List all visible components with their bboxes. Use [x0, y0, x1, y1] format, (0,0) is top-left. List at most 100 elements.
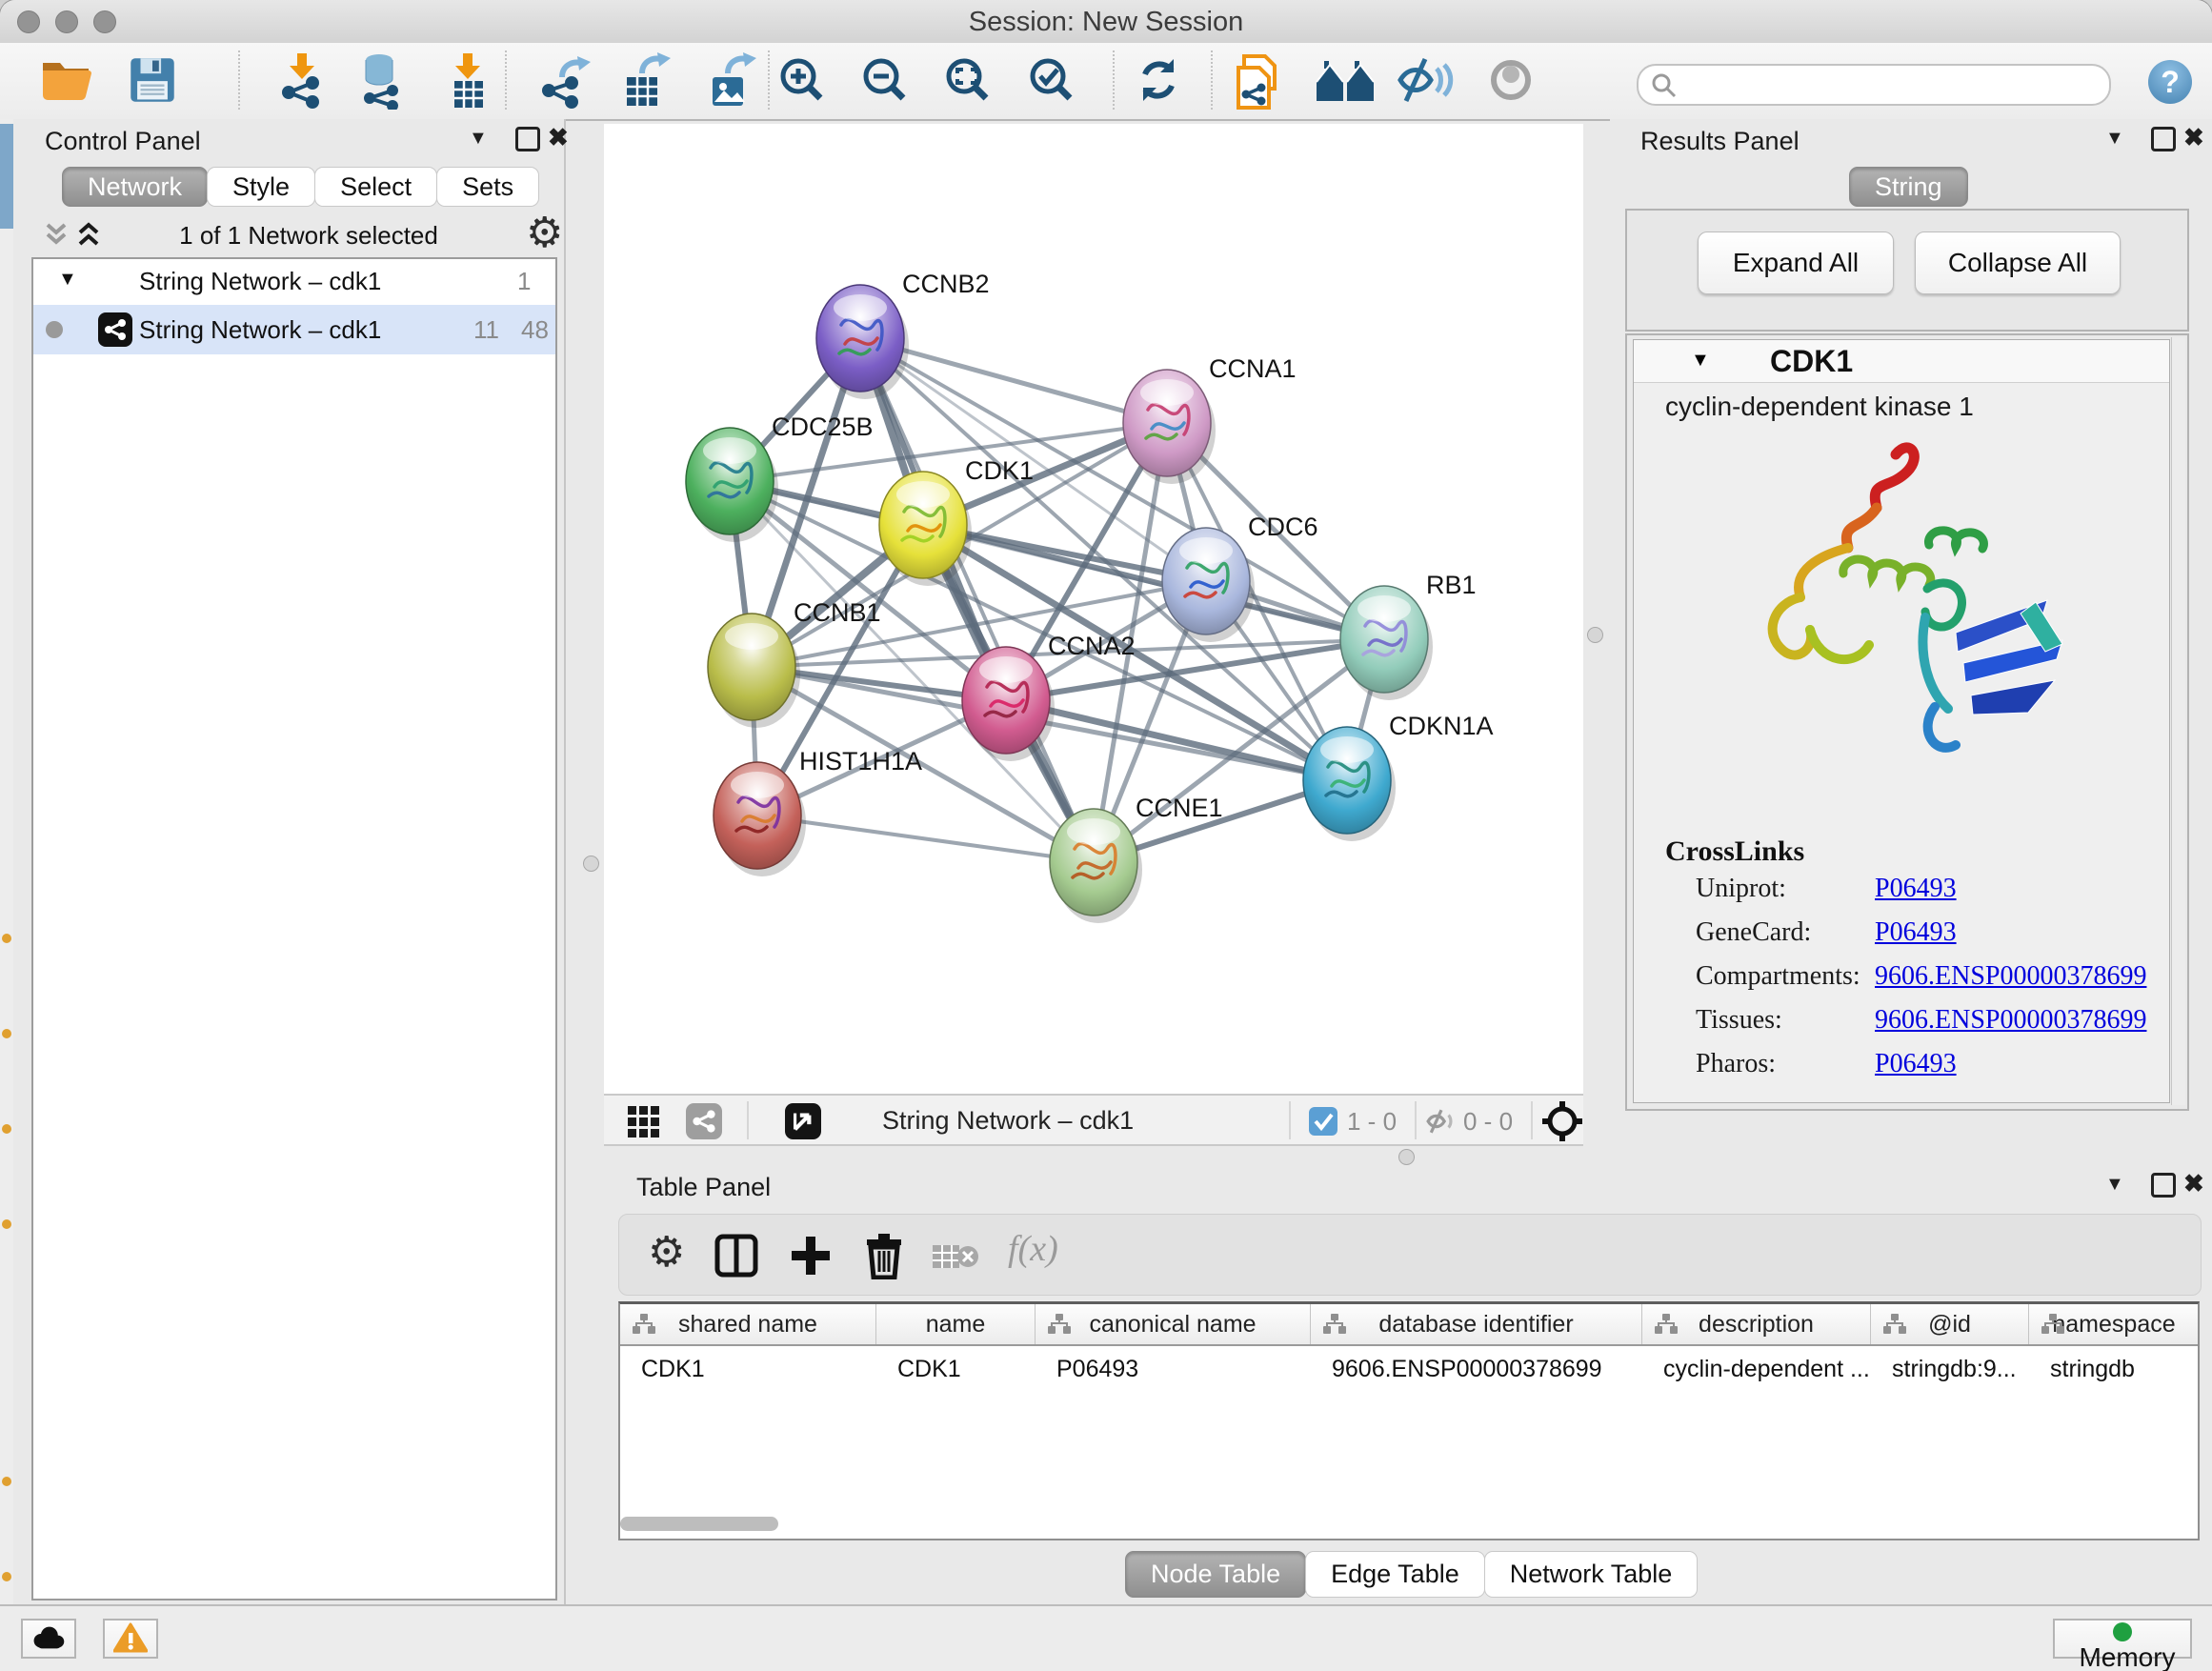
expand-all-chevron-icon[interactable] — [74, 221, 103, 250]
selected-checkbox-icon[interactable] — [1309, 1107, 1337, 1136]
collapse-all-chevron-icon[interactable] — [42, 221, 70, 250]
import-table-from-file-button[interactable] — [440, 52, 497, 110]
close-panel-icon[interactable]: ✖ — [548, 125, 569, 150]
delete-table-icon[interactable] — [932, 1241, 979, 1272]
toolbar-separator — [505, 50, 507, 110]
node-ccna2[interactable]: CCNA2 — [962, 632, 1136, 761]
node-ccne1[interactable]: CCNE1 — [1050, 794, 1223, 923]
hidden-eye-slash-icon[interactable] — [1425, 1107, 1458, 1136]
results-scrollbar[interactable] — [2171, 337, 2185, 1105]
tab-node-table[interactable]: Node Table — [1125, 1551, 1306, 1598]
table-horizontal-scrollbar[interactable] — [620, 1517, 778, 1531]
network-options-gear-icon[interactable]: ⚙ — [526, 212, 563, 254]
float-panel-menu-icon[interactable]: ▼ — [469, 129, 488, 148]
export-table-button[interactable] — [617, 52, 674, 110]
birdseye-view-icon[interactable] — [785, 1103, 821, 1139]
crosslink-value-link[interactable]: P06493 — [1875, 874, 1957, 904]
zoom-selected-button[interactable] — [1023, 52, 1080, 110]
gene-card-header[interactable]: ▼ CDK1 — [1634, 340, 2169, 383]
export-image-button[interactable] — [703, 52, 760, 110]
function-builder-icon[interactable]: f(x) — [1008, 1228, 1058, 1270]
table-options-gear-icon[interactable]: ⚙ — [648, 1232, 685, 1274]
column-header-database-identifier[interactable]: database identifier — [1311, 1304, 1642, 1344]
network-row-selected[interactable]: String Network – cdk1 11 48 — [33, 305, 555, 354]
export-network-button[interactable] — [537, 52, 594, 110]
column-header-description[interactable]: description — [1642, 1304, 1871, 1344]
node-rb1[interactable]: RB1 — [1340, 571, 1477, 700]
node-ccnb2[interactable]: CCNB2 — [816, 270, 990, 399]
node-navigator-crosshair-icon[interactable] — [1541, 1100, 1583, 1142]
zoom-in-button[interactable] — [774, 52, 831, 110]
results-scroll-area: ▼ CDK1 cyclin-dependent kinase 1 — [1625, 333, 2189, 1111]
delete-column-trash-icon[interactable] — [863, 1232, 905, 1279]
gene-collapse-icon[interactable]: ▼ — [1691, 350, 1710, 372]
warnings-button[interactable] — [103, 1619, 158, 1659]
close-panel-icon[interactable]: ✖ — [2183, 1171, 2204, 1196]
column-header-label: @id — [1928, 1311, 1971, 1338]
tab-network-table[interactable]: Network Table — [1484, 1551, 1699, 1598]
network-collection-row[interactable]: ▼ String Network – cdk1 1 — [33, 259, 555, 305]
float-panel-icon[interactable] — [2151, 1173, 2176, 1198]
table-row[interactable]: CDK1CDK1P064939606.ENSP00000378699cyclin… — [620, 1346, 2198, 1394]
search-input[interactable] — [1684, 68, 2098, 100]
collection-expand-icon[interactable]: ▼ — [58, 269, 77, 291]
tab-string[interactable]: String — [1849, 167, 1968, 207]
tab-network[interactable]: Network — [62, 167, 208, 207]
crosslink-row: Pharos:P06493 — [1696, 1049, 2153, 1093]
bottom-splitter-handle[interactable] — [1398, 1149, 1415, 1165]
column-header-name[interactable]: name — [876, 1304, 1036, 1344]
background-window-sliver — [0, 124, 13, 229]
clone-network-documents-button[interactable] — [1231, 52, 1288, 110]
crosslink-value-link[interactable]: 9606.ENSP00000378699 — [1875, 961, 2146, 992]
collapse-all-button[interactable]: Collapse All — [1915, 232, 2121, 294]
memory-status-button[interactable]: Memory — [2053, 1619, 2192, 1659]
crosslink-value-link[interactable]: 9606.ENSP00000378699 — [1875, 1005, 2146, 1036]
close-panel-icon[interactable]: ✖ — [2183, 125, 2204, 150]
float-panel-icon[interactable] — [515, 127, 540, 151]
column-header-canonical-name[interactable]: canonical name — [1036, 1304, 1311, 1344]
create-column-plus-icon[interactable] — [789, 1234, 833, 1278]
crosslink-value-link[interactable]: P06493 — [1875, 1049, 1957, 1079]
float-panel-menu-icon[interactable]: ▼ — [2105, 129, 2124, 148]
apply-layout-button[interactable] — [1130, 52, 1187, 110]
import-network-from-database-button[interactable] — [354, 52, 412, 110]
float-panel-menu-icon[interactable]: ▼ — [2105, 1175, 2124, 1194]
help-button[interactable]: ? — [2142, 54, 2199, 111]
hide-selected-eye-slash-button[interactable] — [1397, 52, 1454, 110]
node-label: HIST1H1A — [799, 747, 922, 775]
column-header-shared-name[interactable]: shared name — [620, 1304, 876, 1344]
edge-ccne1-hist1h1a[interactable] — [757, 815, 1094, 862]
status-separator — [1531, 1101, 1533, 1139]
network-view-icon[interactable] — [686, 1103, 722, 1139]
expand-all-button[interactable]: Expand All — [1698, 232, 1894, 294]
tab-edge-table[interactable]: Edge Table — [1305, 1551, 1485, 1598]
show-columns-icon[interactable] — [714, 1234, 758, 1278]
node-cdk1[interactable]: CDK1 — [879, 456, 1034, 586]
column-header--id[interactable]: @id — [1871, 1304, 2029, 1344]
node-cdc6[interactable]: CDC6 — [1162, 513, 1318, 642]
home-button[interactable] — [1315, 52, 1372, 110]
node-hist1h1a[interactable]: HIST1H1A — [714, 747, 922, 876]
network-type-icon — [98, 312, 132, 347]
table-panel-title: Table Panel — [636, 1173, 771, 1202]
import-network-from-file-button[interactable] — [274, 52, 332, 110]
edge-ccna2-cdkn1a[interactable] — [1006, 700, 1347, 780]
crosslink-value-link[interactable]: P06493 — [1875, 917, 1957, 948]
tab-sets[interactable]: Sets — [436, 167, 539, 207]
left-splitter-handle[interactable] — [583, 856, 599, 872]
float-panel-icon[interactable] — [2151, 127, 2176, 151]
network-canvas[interactable]: CCNB2CCNA1CDC25BCDK1CDC6RB1CCNB1CCNA2CDK… — [604, 124, 1583, 1094]
table-cell: 9606.ENSP00000378699 — [1311, 1346, 1642, 1394]
node-cdkn1a[interactable]: CDKN1A — [1303, 712, 1494, 841]
zoom-out-button[interactable] — [856, 52, 914, 110]
tab-select[interactable]: Select — [314, 167, 437, 207]
fit-content-button[interactable] — [939, 52, 996, 110]
grid-view-icon[interactable] — [627, 1105, 661, 1139]
cloud-status-button[interactable] — [21, 1619, 76, 1659]
show-all-eye-button[interactable] — [1482, 52, 1539, 110]
open-session-button[interactable] — [38, 52, 95, 110]
save-session-button[interactable] — [124, 52, 181, 110]
column-header-namespace[interactable]: namespace — [2029, 1304, 2200, 1344]
right-splitter-handle[interactable] — [1587, 627, 1603, 643]
tab-style[interactable]: Style — [207, 167, 315, 207]
